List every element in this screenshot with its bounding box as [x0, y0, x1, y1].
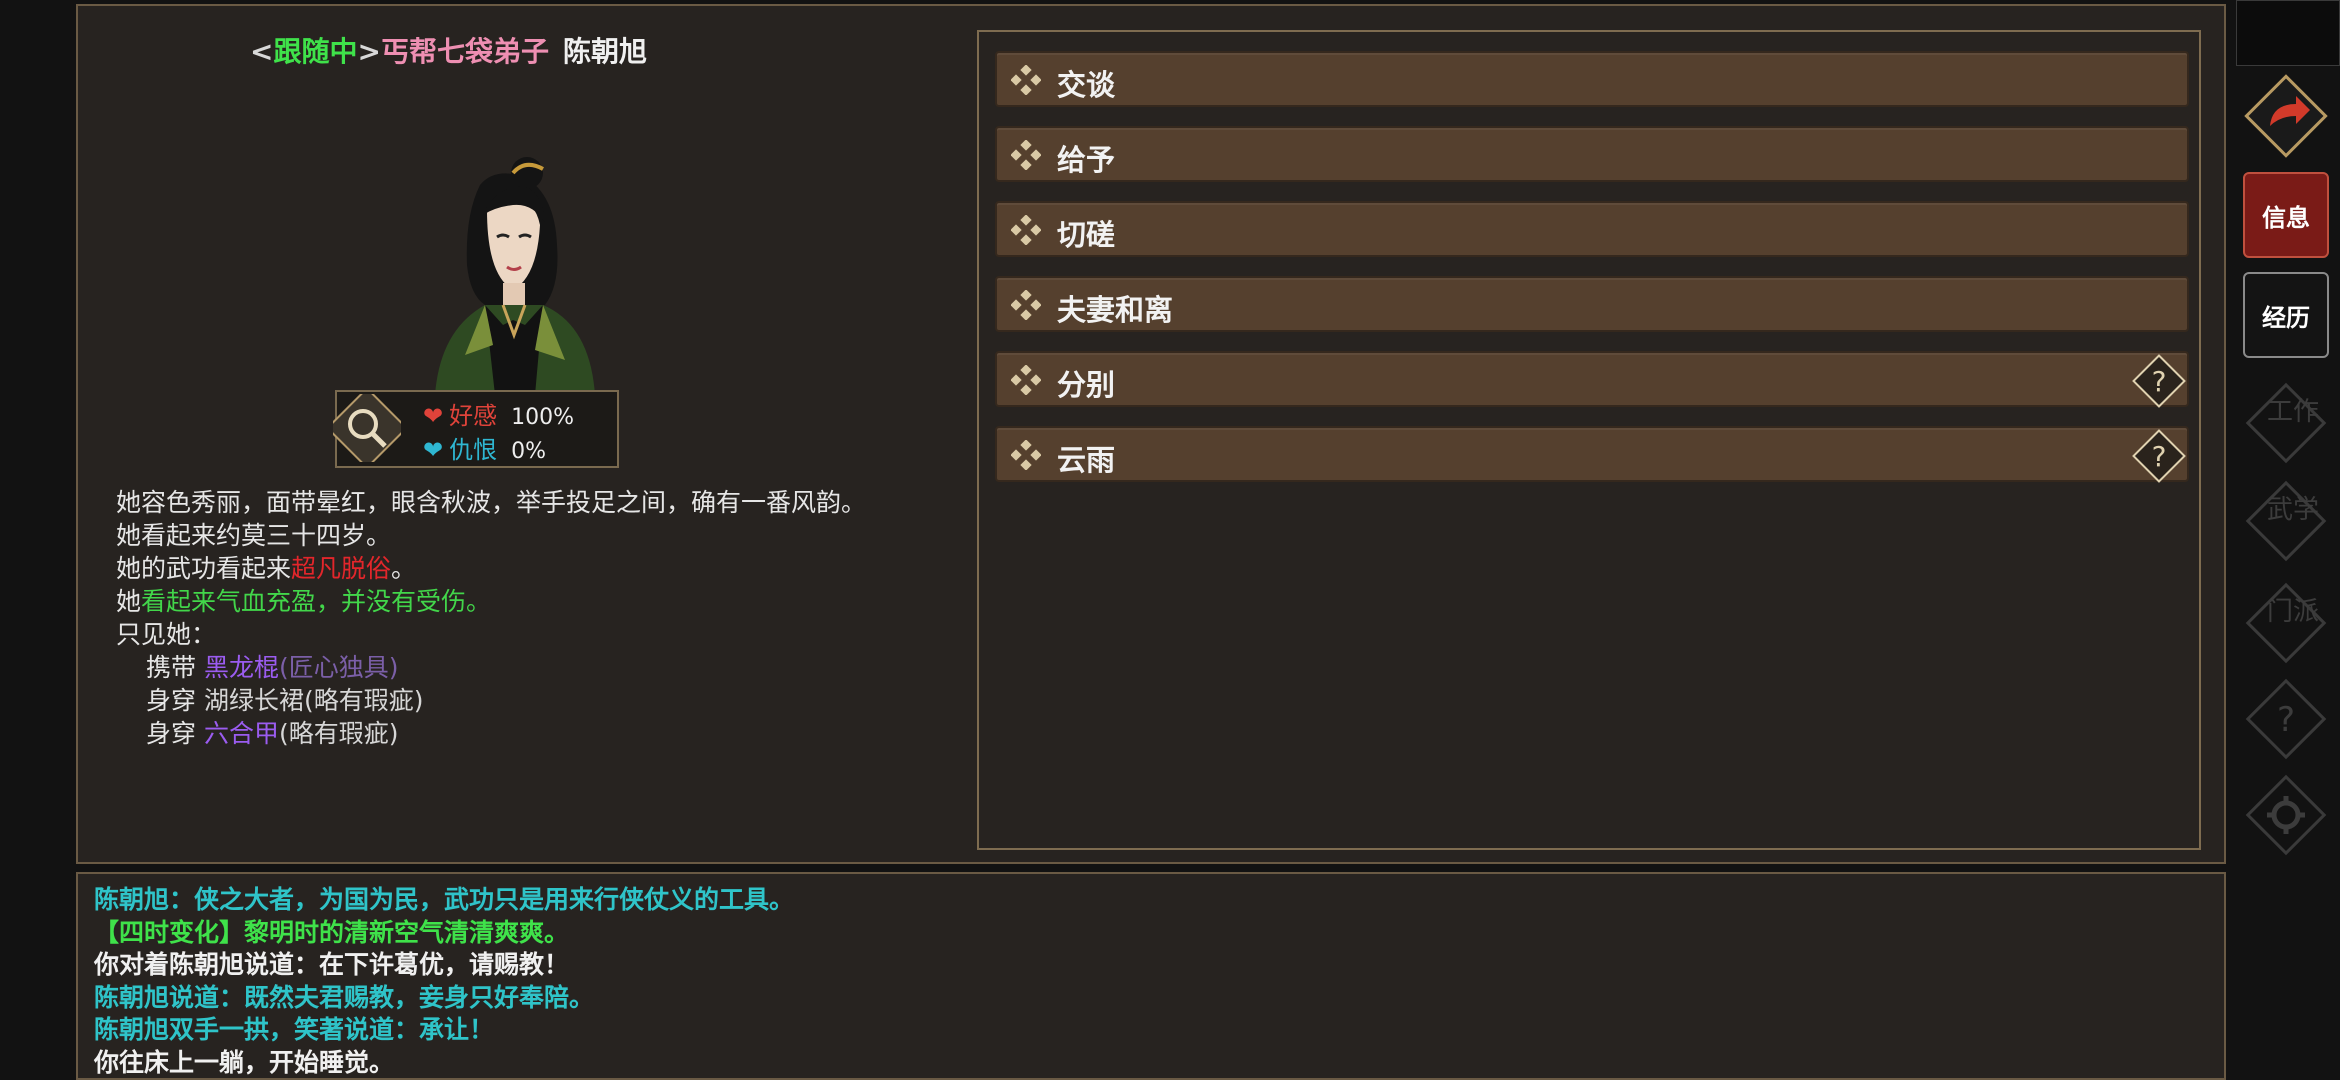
log-line: 【四时变化】黎明时的清新空气清清爽爽。: [94, 917, 794, 950]
equip-item[interactable]: 湖绿长裙: [204, 686, 304, 715]
action-label: 交谈: [1057, 68, 1116, 102]
tab-info[interactable]: 信息: [2243, 172, 2329, 258]
action-label: 切磋: [1057, 218, 1116, 252]
equip-row: 携带 黑龙棍(匠心独具): [116, 651, 896, 684]
diamond-icon: [1011, 365, 1041, 395]
action-give-button[interactable]: 给予: [995, 126, 2189, 182]
equip-row: 身穿 湖绿长裙(略有瑕疵): [116, 684, 896, 717]
log-line: 陈朝旭：侠之大者，为国为民，武功只是用来行侠仗义的工具。: [94, 885, 795, 914]
affection-label: 好感: [449, 402, 498, 430]
hatred-label: 仇恨: [449, 436, 498, 464]
follow-status: 跟随中: [273, 35, 358, 68]
log-line: 陈朝旭说道：既然夫君赐教，妾身只好奉陪。: [94, 982, 595, 1012]
heart-icon: ❤: [423, 436, 444, 464]
martial-level: 超凡脱俗: [291, 554, 392, 583]
title-bracket-close: >: [357, 35, 381, 68]
tab-sect-label: 门派: [2267, 597, 2319, 627]
equip-quality: (略有瑕疵): [278, 719, 399, 748]
diamond-icon: [1011, 290, 1041, 320]
equip-row: 身穿 六合甲(略有瑕疵): [116, 717, 896, 750]
action-spar-button[interactable]: 切磋: [995, 201, 2189, 257]
equip-item[interactable]: 六合甲: [204, 719, 279, 748]
equip-item[interactable]: 黑龙棍: [204, 653, 279, 682]
log-line: 你对着陈朝旭说道：在下许葛优，请赐教！: [94, 950, 570, 979]
character-name: 陈朝旭: [562, 35, 647, 68]
log-text: 黎明时的清新空气清清爽爽。: [244, 917, 570, 947]
hatred-value: 0%: [511, 439, 547, 464]
svg-text:?: ?: [2277, 700, 2295, 740]
tab-history[interactable]: 经历: [2243, 272, 2329, 358]
top-right-bar: [2236, 0, 2340, 66]
help-glyph: ?: [2152, 440, 2167, 473]
sect-rank: 丐帮七袋弟子: [380, 35, 549, 68]
action-part-button[interactable]: 分别 ?: [995, 351, 2189, 408]
diamond-icon: [1011, 140, 1041, 170]
equip-quality: (匠心独具): [278, 653, 399, 682]
martial-prefix: 她的武功看起来: [116, 554, 292, 583]
equip-verb: 携带: [146, 653, 197, 682]
diamond-icon: [1011, 65, 1041, 95]
equip-verb: 身穿: [146, 686, 197, 715]
martial-suffix: 。: [391, 554, 417, 583]
title-bracket-open: <: [250, 35, 274, 68]
action-talk-button[interactable]: 交谈: [995, 51, 2189, 107]
magnifier-icon[interactable]: [333, 394, 401, 462]
age-text: 她看起来约莫三十四岁。: [116, 521, 392, 550]
log-tag: 【四时变化】: [94, 917, 245, 947]
character-title: <跟随中>丐帮七袋弟子 陈朝旭: [250, 30, 647, 70]
settings-gear-icon[interactable]: [2243, 772, 2329, 858]
equip-quality: (略有瑕疵): [303, 686, 424, 715]
action-intimacy-button[interactable]: 云雨 ?: [995, 426, 2189, 483]
help-glyph: ?: [2152, 365, 2167, 398]
relation-stats: ❤ 好感 100% ❤ 仇恨 0%: [333, 390, 619, 468]
health-prefix: 她: [116, 587, 142, 616]
diamond-icon: [1011, 440, 1041, 470]
character-portrait: [435, 157, 595, 395]
action-label: 云雨: [1057, 443, 1116, 477]
heart-icon: ❤: [423, 402, 444, 430]
action-label: 给予: [1057, 143, 1116, 177]
hatred-row: ❤ 仇恨 0%: [423, 430, 546, 465]
tab-sect-icon[interactable]: 门派: [2243, 580, 2329, 666]
action-divorce-button[interactable]: 夫妻和离: [995, 276, 2189, 332]
help-icon[interactable]: ?: [2129, 351, 2189, 411]
log-line: 陈朝旭双手一拱，笑著说道：承让！: [94, 1015, 495, 1044]
tab-martial-label: 武学: [2267, 495, 2319, 525]
affection-value: 100%: [511, 405, 575, 430]
character-description: 她容色秀丽，面带晕红，眼含秋波，举手投足之间，确有一番风韵。 她看起来约莫三十四…: [116, 486, 896, 750]
log-line: 你往床上一躺，开始睡觉。: [94, 1047, 395, 1077]
log-lines: 陈朝旭：侠之大者，为国为民，武功只是用来行侠仗义的工具。 【四时变化】黎明时的清…: [94, 884, 794, 1079]
appearance-text: 她容色秀丽，面带晕红，眼含秋波，举手投足之间，确有一番风韵。: [116, 488, 867, 517]
equipment-header: 只见她：: [116, 620, 217, 649]
equip-verb: 身穿: [146, 719, 197, 748]
help-icon[interactable]: ?: [2243, 676, 2329, 762]
health-status: 看起来气血充盈，并没有受伤。: [141, 587, 492, 616]
affection-row: ❤ 好感 100%: [423, 396, 574, 431]
martial-text: 她的武功看起来超凡脱俗。: [116, 552, 896, 585]
diamond-icon: [1011, 215, 1041, 245]
health-text: 她看起来气血充盈，并没有受伤。: [116, 585, 896, 618]
back-icon[interactable]: [2240, 70, 2332, 162]
message-log[interactable]: 陈朝旭：侠之大者，为国为民，武功只是用来行侠仗义的工具。 【四时变化】黎明时的清…: [76, 872, 2226, 1080]
tab-work-icon[interactable]: 工作: [2243, 380, 2329, 466]
tab-martial-icon[interactable]: 武学: [2243, 478, 2329, 564]
action-label: 夫妻和离: [1057, 293, 1174, 327]
help-icon[interactable]: ?: [2129, 426, 2189, 486]
action-label: 分别: [1057, 368, 1116, 402]
tab-work-label: 工作: [2267, 397, 2319, 427]
